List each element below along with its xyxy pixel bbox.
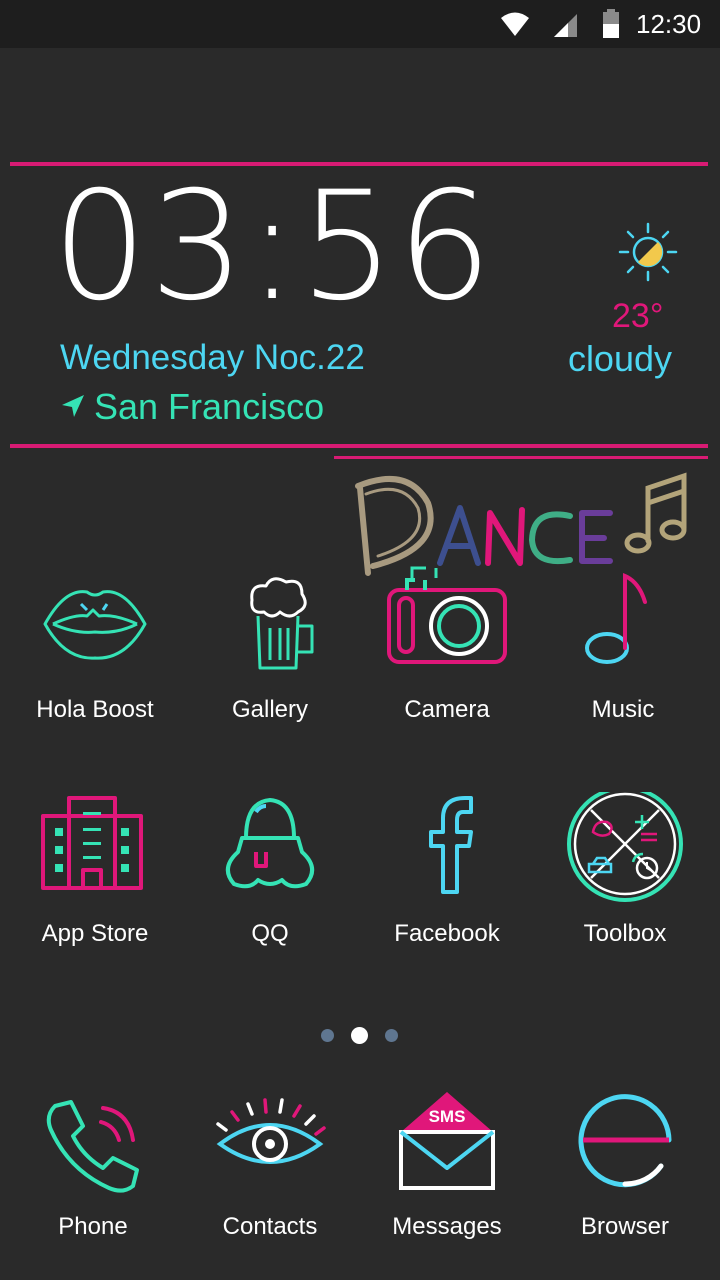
facebook-icon: [429, 796, 473, 894]
beer-mug-icon: [250, 577, 314, 670]
wifi-icon: [501, 12, 529, 36]
app-facebook[interactable]: Facebook: [362, 792, 532, 972]
app-hola-boost[interactable]: Hola Boost: [10, 568, 180, 748]
app-label: Hola Boost: [36, 696, 154, 723]
dock-label: Phone: [58, 1213, 128, 1240]
partly-cloudy-sun-icon[interactable]: [618, 222, 678, 282]
dock-phone[interactable]: Phone: [8, 1088, 178, 1268]
app-music[interactable]: Music: [538, 568, 708, 748]
app-label: Music: [591, 696, 655, 723]
date-label: Wednesday Noc.22: [60, 338, 365, 377]
dock-browser[interactable]: Browser: [540, 1088, 710, 1268]
app-app-store[interactable]: App Store: [10, 792, 180, 972]
penguin-icon: [226, 798, 314, 889]
app-toolbox[interactable]: Toolbox: [540, 792, 710, 972]
page-dot-1[interactable]: [321, 1029, 334, 1042]
browser-e-icon: [578, 1094, 672, 1188]
dock-messages[interactable]: SMS Messages: [362, 1088, 532, 1268]
app-label: App Store: [41, 920, 149, 947]
cell-signal-icon: [554, 14, 577, 37]
dance-sticker-logo: [355, 472, 687, 578]
lips-icon: [43, 590, 147, 660]
clock-time[interactable]: 03:56: [52, 172, 492, 322]
sms-badge: SMS: [429, 1107, 466, 1126]
app-label: Toolbox: [583, 920, 667, 947]
sms-envelope-icon: SMS: [399, 1092, 495, 1190]
app-gallery[interactable]: Gallery: [185, 568, 355, 748]
app-label: Facebook: [394, 920, 500, 947]
building-icon: [41, 796, 143, 890]
location-arrow-icon: [62, 395, 84, 417]
app-label: Gallery: [231, 696, 309, 723]
widget-bottom-divider: [10, 444, 708, 448]
page-dot-2-active[interactable]: [351, 1027, 368, 1044]
app-label: Camera: [404, 696, 490, 723]
location-label: San Francisco: [94, 386, 325, 427]
dock-label: Contacts: [222, 1213, 318, 1240]
eye-icon: [216, 1098, 326, 1164]
weather-condition-label: cloudy: [567, 338, 672, 379]
dock-contacts[interactable]: Contacts: [185, 1088, 355, 1268]
music-note-icon: [585, 572, 647, 664]
temperature-label: 23°: [612, 297, 664, 335]
dock-label: Browser: [580, 1213, 670, 1240]
home-screen: 12:30 03:56 Wednesday Noc.22 San Francis…: [0, 0, 720, 1280]
battery-icon: [603, 9, 619, 38]
page-dot-3[interactable]: [385, 1029, 398, 1042]
toolbox-clock-icon: [567, 792, 683, 902]
app-camera[interactable]: Camera: [362, 568, 532, 748]
phone-icon: [46, 1100, 139, 1193]
status-time: 12:30: [636, 9, 702, 39]
camera-icon: [387, 578, 507, 664]
app-qq[interactable]: QQ: [185, 792, 355, 972]
app-label: QQ: [251, 920, 289, 947]
dock-label: Messages: [392, 1213, 502, 1240]
status-bar: 12:30: [0, 0, 720, 48]
